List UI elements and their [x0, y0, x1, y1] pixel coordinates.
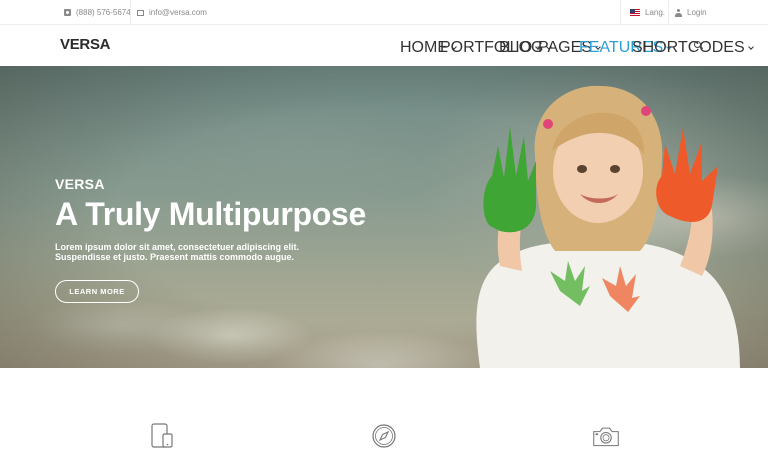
email-address[interactable]: info@versa.com [149, 8, 207, 17]
nav-label[interactable]: BLOG [499, 39, 543, 57]
language-selector[interactable]: Lang. [630, 0, 665, 25]
phone-icon [64, 9, 71, 16]
language-label[interactable]: Lang. [645, 8, 665, 17]
main-header: VERSA HOME PORTFOLIO BLOG PAGES FEATURES… [0, 26, 768, 66]
hero-photo-girl [476, 85, 740, 368]
us-flag-icon [630, 9, 640, 16]
contact-email[interactable]: info@versa.com [137, 0, 207, 25]
chevron-down-icon [747, 43, 754, 50]
mail-icon [137, 9, 144, 16]
hero-kicker: VERSA [55, 176, 105, 192]
hero-description: Lorem ipsum dolor sit amet, consectetuer… [55, 242, 300, 262]
nav-label[interactable]: SHORTCODES [632, 39, 745, 57]
nav-shortcodes[interactable]: SHORTCODES [632, 39, 754, 57]
login-link[interactable]: Login [675, 0, 707, 25]
divider [130, 0, 131, 25]
learn-more-button[interactable]: LEARN MORE [55, 280, 139, 303]
divider [620, 0, 621, 25]
contact-phone: (888) 576-5674 [64, 0, 131, 25]
top-bar: (888) 576-5674 info@versa.com Lang. Logi… [0, 0, 768, 25]
compass-icon [372, 424, 396, 448]
hero-slider: VERSA A Truly Multipurpose Lorem ipsum d… [0, 66, 768, 368]
tablet-phone-icon [151, 423, 173, 448]
phone-number: (888) 576-5674 [76, 8, 131, 17]
hero-title: A Truly Multipurpose [55, 196, 367, 232]
user-icon [675, 8, 682, 17]
divider [668, 0, 669, 25]
search-icon[interactable] [694, 41, 703, 50]
camera-icon [593, 427, 619, 447]
login-label[interactable]: Login [687, 8, 707, 17]
site-logo[interactable]: VERSA [60, 36, 110, 53]
